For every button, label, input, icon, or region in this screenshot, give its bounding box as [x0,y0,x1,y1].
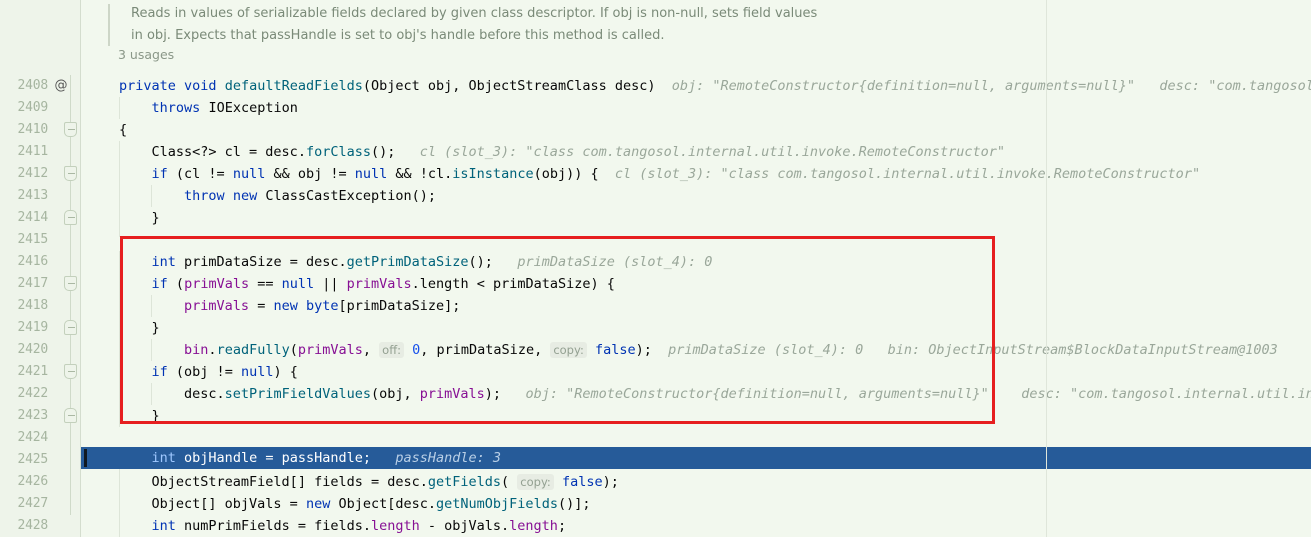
line-number: 2419 [17,320,48,335]
fold-rail [70,75,71,515]
inline-value-hint[interactable]: passHandle: 3 [395,450,501,466]
parameter-name-hint: copy: [550,342,587,358]
code-content[interactable]: Reads in values of serializable fields d… [81,0,1311,537]
code-line[interactable] [81,427,1311,449]
line-number: 2408 [17,78,48,93]
code-line[interactable]: Class<?> cl = desc.forClass(); cl (slot_… [81,141,1311,163]
fold-marker-collapse-icon[interactable] [64,166,77,181]
code-line[interactable]: int numPrimFields = fields.length - objV… [81,515,1311,537]
inline-value-hint[interactable]: bin: ObjectInputStream$BlockDataInputStr… [888,342,1278,358]
inline-value-hint[interactable]: cl (slot_3): "class com.tangosol.interna… [420,144,1005,160]
doc-comment-line: Reads in values of serializable fields d… [131,6,818,21]
line-number: 2421 [17,364,48,379]
line-number: 2420 [17,342,48,357]
line-number: 2416 [17,254,48,269]
fold-marker-collapse-icon[interactable] [64,122,77,137]
inline-value-hint[interactable]: desc: "com.tangosol.internal.util.invok [1021,386,1311,402]
right-margin-guide [1046,0,1047,537]
parameter-name-hint: copy: [517,474,554,490]
code-line[interactable]: desc.setPrimFieldValues(obj, primVals); … [81,383,1311,405]
code-line-current[interactable]: int objHandle = passHandle; passHandle: … [81,447,1311,469]
line-number: 2423 [17,408,48,423]
code-line[interactable]: Object[] objVals = new Object[desc.getNu… [81,493,1311,515]
line-number: 2427 [17,496,48,511]
fold-marker-expand-icon[interactable] [64,210,77,225]
code-line[interactable]: private void defaultReadFields(Object ob… [81,75,1311,97]
inline-value-hint[interactable]: obj: "RemoteConstructor{definition=null,… [672,78,1135,94]
usages-hint[interactable]: 3 usages [118,44,174,66]
line-number: 2413 [17,188,48,203]
code-line[interactable]: } [81,317,1311,339]
line-number: 2410 [17,122,48,137]
line-number: 2426 [17,474,48,489]
inline-value-hint[interactable]: cl (slot_3): "class com.tangosol.interna… [615,166,1200,182]
code-line[interactable]: if (obj != null) { [81,361,1311,383]
fold-marker-collapse-icon[interactable] [64,276,77,291]
code-line[interactable]: { [81,119,1311,141]
parameter-name-hint: off: [379,342,404,358]
annotation-marker-icon[interactable]: @ [52,75,70,97]
code-line[interactable] [81,229,1311,251]
code-line[interactable]: throws IOException [81,97,1311,119]
code-line[interactable]: } [81,405,1311,427]
inline-value-hint[interactable]: obj: "RemoteConstructor{definition=null,… [525,386,988,402]
code-line[interactable]: int primDataSize = desc.getPrimDataSize(… [81,251,1311,273]
line-number: 2418 [17,298,48,313]
line-number: 2412 [17,166,48,181]
inline-value-hint[interactable]: primDataSize (slot_4): 0 [668,342,863,358]
line-number: 2414 [17,210,48,225]
code-line[interactable]: if (primVals == null || primVals.length … [81,273,1311,295]
line-number: 2428 [17,518,48,533]
code-line[interactable]: } [81,207,1311,229]
code-line[interactable]: ObjectStreamField[] fields = desc.getFie… [81,471,1311,493]
line-number: 2415 [17,232,48,247]
line-number: 2417 [17,276,48,291]
code-line[interactable]: bin.readFully(primVals, off: 0, primData… [81,339,1311,361]
fold-marker-expand-icon[interactable] [64,320,77,335]
doc-comment-line: in obj. Expects that passHandle is set t… [131,28,665,43]
doc-comment-bar [108,4,110,46]
fold-marker-expand-icon[interactable] [64,408,77,423]
code-editor[interactable]: 2408 2409 2410 2411 2412 2413 2414 2415 … [0,0,1311,537]
line-number: 2411 [17,144,48,159]
inline-value-hint[interactable]: desc: "com.tangosol. [1159,78,1311,94]
line-number: 2409 [17,100,48,115]
line-number: 2422 [17,386,48,401]
line-number: 2424 [17,430,48,445]
fold-marker-collapse-icon[interactable] [64,364,77,379]
code-line[interactable]: primVals = new byte[primDataSize]; [81,295,1311,317]
code-line[interactable]: if (cl != null && obj != null && !cl.isI… [81,163,1311,185]
code-line[interactable]: throw new ClassCastException(); [81,185,1311,207]
inline-value-hint[interactable]: primDataSize (slot_4): 0 [517,254,712,270]
line-number: 2425 [17,452,48,467]
